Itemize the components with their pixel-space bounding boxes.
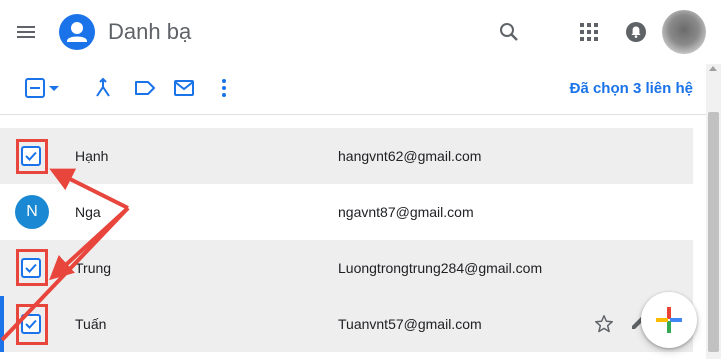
contact-name: Trung [75,260,112,276]
annotation-box [16,139,48,174]
selection-toolbar: Đã chọn 3 liên hệ [0,64,721,115]
more-vert-icon[interactable] [212,76,236,100]
contact-email: ngavnt87@gmail.com [338,204,474,220]
add-contact-button[interactable] [641,292,697,348]
app-header: Danh bạ [0,0,721,64]
contact-email: Luongtrongtrung284@gmail.com [338,260,543,276]
list-item-partial [0,115,693,128]
list-item[interactable]: Tuấn Tuanvnt57@gmail.com [0,296,693,352]
app-title[interactable]: Danh bạ [108,18,191,46]
contacts-logo-icon[interactable] [59,14,95,50]
active-row-indicator [0,296,4,352]
email-icon[interactable] [172,76,196,100]
apps-grid-icon[interactable] [578,21,600,43]
annotation-box [16,249,48,286]
menu-icon[interactable] [14,20,38,44]
selected-count-label: Đã chọn 3 liên hệ [569,80,693,97]
contact-name: Hạnh [75,148,109,164]
contact-avatar[interactable]: N [15,195,49,229]
contact-email: hangvnt62@gmail.com [338,148,482,164]
contact-list: Hạnh hangvnt62@gmail.com N Nga ngavnt87@… [0,115,693,359]
annotation-box [16,304,48,345]
dropdown-arrow-icon[interactable] [46,76,62,100]
star-icon[interactable] [593,313,615,335]
label-icon[interactable] [133,76,157,100]
select-checkbox-icon[interactable] [23,76,47,100]
search-icon[interactable] [497,20,521,44]
add-plus-icon [656,307,682,333]
list-item[interactable]: N Nga ngavnt87@gmail.com [0,184,693,240]
list-item[interactable]: Trung Luongtrongtrung284@gmail.com [0,240,693,296]
account-avatar[interactable] [662,10,706,54]
scroll-up-arrow[interactable] [709,66,717,71]
scrollbar-thumb[interactable] [708,112,719,352]
contact-email: Tuanvnt57@gmail.com [338,316,482,332]
merge-icon[interactable] [91,76,115,100]
contact-name: Tuấn [75,316,107,332]
contact-name: Nga [75,204,101,220]
notifications-icon[interactable] [624,20,648,44]
list-item[interactable]: Hạnh hangvnt62@gmail.com [0,128,693,184]
